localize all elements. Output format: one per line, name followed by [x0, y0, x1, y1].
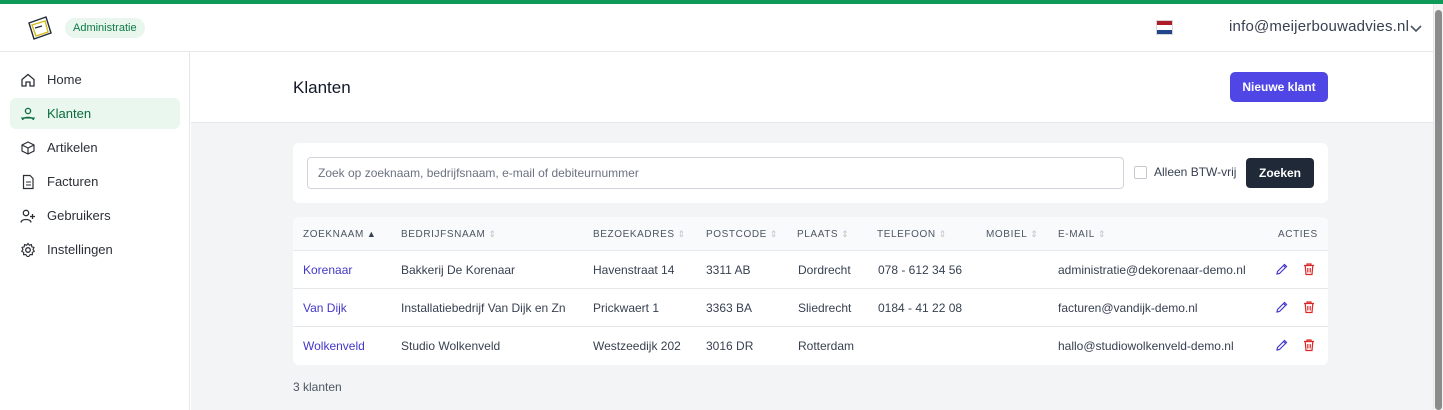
- customer-count: 3 klanten: [293, 380, 342, 394]
- sidebar-item-label: Artikelen: [47, 140, 98, 155]
- sidebar-item-klanten[interactable]: Klanten: [10, 98, 180, 129]
- cell-postcode: 3363 BA: [706, 301, 753, 315]
- table-row: Van Dijk Installatiebedrijf Van Dijk en …: [293, 289, 1328, 327]
- search-input[interactable]: [307, 157, 1124, 189]
- column-header-acties: Acties: [1278, 229, 1318, 240]
- column-header-label: Zoeknaam: [303, 229, 364, 240]
- document-icon: [20, 174, 36, 190]
- home-icon: [20, 72, 36, 88]
- column-header-label: Bezoekadres: [593, 229, 675, 240]
- table-row: Korenaar Bakkerij De Korenaar Havenstraa…: [293, 251, 1328, 289]
- btw-vrij-checkbox[interactable]: [1134, 166, 1147, 179]
- page-header: Klanten Nieuwe klant: [191, 52, 1433, 123]
- cell-postcode: 3311 AB: [706, 263, 751, 277]
- btw-vrij-label[interactable]: Alleen BTW-vrij: [1154, 165, 1236, 179]
- sort-icon: ⇕: [1030, 229, 1039, 239]
- sort-icon: ⇕: [677, 229, 686, 239]
- edit-icon[interactable]: [1275, 300, 1289, 314]
- cell-bedrijfsnaam: Installatiebedrijf Van Dijk en Zn: [401, 301, 566, 315]
- sidebar-item-facturen[interactable]: Facturen: [10, 166, 180, 197]
- search-button[interactable]: Zoeken: [1246, 158, 1314, 188]
- cell-email: hallo@studiowolkenveld-demo.nl: [1058, 339, 1234, 353]
- delete-icon[interactable]: [1302, 338, 1316, 352]
- customer-link[interactable]: Wolkenveld: [303, 339, 365, 353]
- cell-bedrijfsnaam: Bakkerij De Korenaar: [401, 263, 516, 277]
- column-header-label: Mobiel: [986, 229, 1028, 240]
- cell-bezoekadres: Prickwaert 1: [593, 301, 660, 315]
- delete-icon[interactable]: [1302, 262, 1316, 276]
- edit-icon[interactable]: [1275, 338, 1289, 352]
- scrollbar-thumb[interactable]: [1435, 10, 1442, 410]
- flag-nl-icon[interactable]: [1156, 20, 1173, 35]
- sort-icon: ⇕: [938, 229, 947, 239]
- column-header-label: Bedrijfsnaam: [401, 229, 486, 240]
- delete-icon[interactable]: [1302, 300, 1316, 314]
- column-header-label: Plaats: [797, 229, 839, 240]
- app-badge: Administratie: [65, 18, 145, 38]
- cell-plaats: Dordrecht: [798, 263, 851, 277]
- sidebar-item-home[interactable]: Home: [10, 64, 180, 95]
- cell-postcode: 3016 DR: [706, 339, 754, 353]
- main-content: Klanten Nieuwe klant Alleen BTW-vrij Zoe…: [191, 52, 1433, 410]
- column-header-label: E-mail: [1058, 229, 1095, 240]
- cell-email: administratie@dekorenaar-demo.nl: [1058, 263, 1246, 277]
- cell-bedrijfsnaam: Studio Wolkenveld: [401, 339, 501, 353]
- column-header-plaats[interactable]: Plaats ⇕: [797, 229, 849, 240]
- box-icon: [20, 140, 36, 156]
- sidebar-item-label: Klanten: [47, 106, 92, 121]
- column-header-label: Postcode: [706, 229, 767, 240]
- table-row: Wolkenveld Studio Wolkenveld Westzeedijk…: [293, 327, 1328, 365]
- column-header-telefoon[interactable]: Telefoon ⇕: [877, 229, 947, 240]
- customers-table: Zoeknaam ▲ Bedrijfsnaam ⇕ Bezoekadres ⇕ Pos…: [293, 217, 1328, 365]
- sidebar-item-artikelen[interactable]: Artikelen: [10, 132, 180, 163]
- sidebar-item-label: Gebruikers: [47, 208, 111, 223]
- cell-bezoekadres: Havenstraat 14: [593, 263, 675, 277]
- page-title: Klanten: [293, 78, 351, 97]
- sort-icon: ⇕: [1097, 229, 1107, 239]
- sidebar-item-instellingen[interactable]: Instellingen: [10, 234, 180, 265]
- cell-email: facturen@vandijk-demo.nl: [1058, 301, 1198, 315]
- cell-telefoon: 0184 - 41 22 08: [878, 301, 963, 315]
- table-header: Zoeknaam ▲ Bedrijfsnaam ⇕ Bezoekadres ⇕ Pos…: [293, 217, 1328, 251]
- gear-icon: [20, 242, 36, 258]
- sidebar-item-label: Facturen: [47, 174, 99, 189]
- vertical-scrollbar[interactable]: [1433, 4, 1443, 410]
- column-header-bedrijfsnaam[interactable]: Bedrijfsnaam ⇕: [401, 229, 497, 240]
- sort-icon: ⇕: [488, 229, 497, 239]
- column-header-label: Telefoon: [877, 229, 936, 240]
- edit-icon[interactable]: [1275, 262, 1289, 276]
- cell-telefoon: 078 - 612 34 56: [878, 263, 963, 277]
- new-customer-button[interactable]: Nieuwe klant: [1230, 72, 1328, 102]
- customer-link[interactable]: Korenaar: [303, 263, 352, 277]
- top-header: Administratie info@meijerbouwadvies.nl: [0, 4, 1433, 52]
- users-icon: [20, 106, 36, 122]
- column-header-mobiel[interactable]: Mobiel ⇕: [986, 229, 1039, 240]
- search-card: Alleen BTW-vrij Zoeken: [293, 143, 1328, 203]
- sort-icon: ⇕: [769, 229, 779, 239]
- column-header-email[interactable]: E-mail ⇕: [1058, 229, 1106, 240]
- cell-plaats: Rotterdam: [798, 339, 855, 353]
- column-header-zoeknaam[interactable]: Zoeknaam ▲: [303, 229, 376, 240]
- customer-link[interactable]: Van Dijk: [303, 301, 347, 315]
- chevron-down-icon[interactable]: [1409, 21, 1423, 35]
- sort-icon: ⇕: [841, 229, 850, 239]
- column-header-bezoekadres[interactable]: Bezoekadres ⇕: [593, 229, 686, 240]
- cell-plaats: Sliedrecht: [798, 301, 852, 315]
- sidebar: Home Klanten Artikelen Facturen Gebruike…: [0, 52, 190, 410]
- sort-asc-icon: ▲: [366, 229, 377, 239]
- user-email[interactable]: info@meijerbouwadvies.nl: [1229, 18, 1409, 35]
- app-logo-icon[interactable]: [26, 14, 54, 42]
- sidebar-item-label: Home: [47, 72, 82, 87]
- sidebar-item-gebruikers[interactable]: Gebruikers: [10, 200, 180, 231]
- column-header-postcode[interactable]: Postcode ⇕: [706, 229, 778, 240]
- user-plus-icon: [20, 208, 36, 224]
- cell-bezoekadres: Westzeedijk 202: [593, 339, 681, 353]
- sidebar-item-label: Instellingen: [47, 242, 113, 257]
